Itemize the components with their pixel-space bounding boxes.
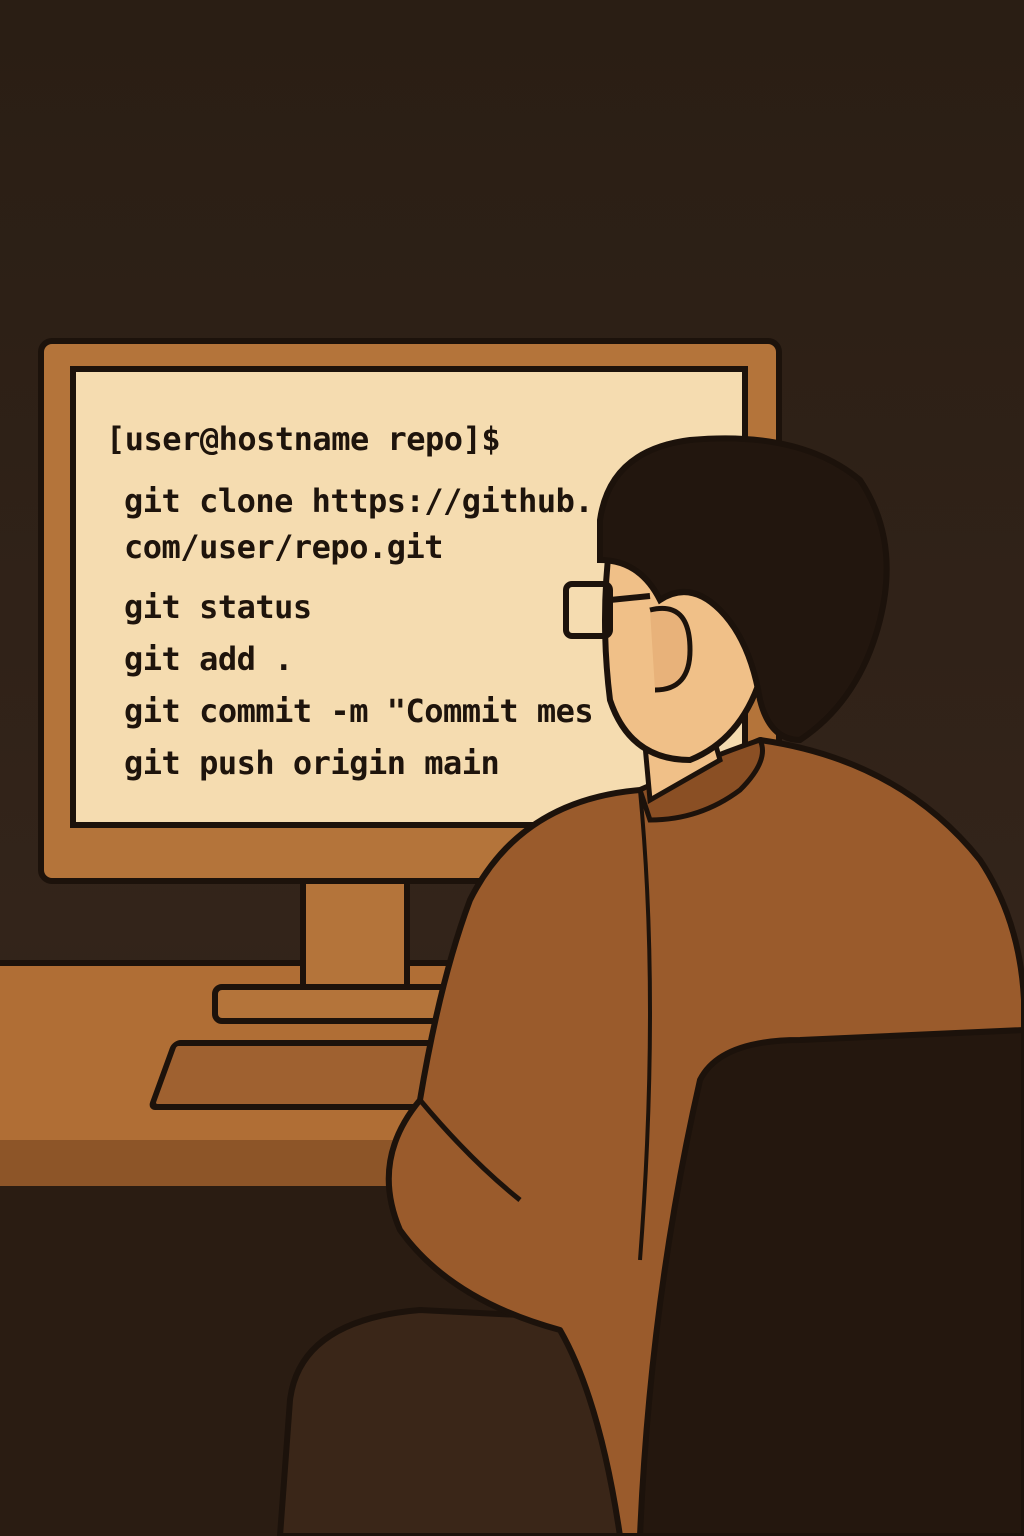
person-illustration (276, 435, 1024, 1536)
person-ear (649, 606, 693, 693)
illustration-scene: [user@hostname repo]$ git clone https://… (0, 0, 1024, 1536)
office-chair (636, 1026, 1024, 1536)
